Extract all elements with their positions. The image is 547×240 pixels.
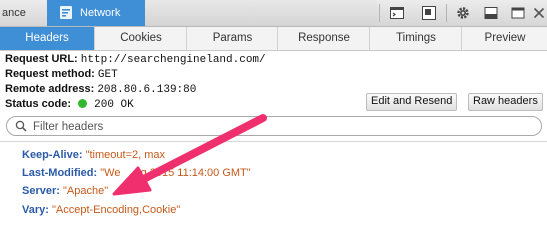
status-code-row: Status code: 200 OK [5, 98, 134, 111]
tool-tab-previous-label: ance [2, 7, 26, 19]
header-value: "Apache" [62, 185, 109, 197]
edit-and-resend-button[interactable]: Edit and Resend [366, 93, 458, 111]
tab-params[interactable]: Params [186, 27, 278, 50]
toolbar-separator [379, 4, 380, 22]
tool-tab-network-label: Network [80, 7, 121, 19]
header-key: Server: [22, 185, 60, 197]
responsive-design-icon[interactable] [421, 5, 437, 21]
request-method-row: Request method: GET [5, 68, 118, 81]
tab-cookies[interactable]: Cookies [94, 27, 187, 50]
toolbar-separator [446, 4, 447, 22]
status-indicator-icon [78, 99, 88, 108]
filter-headers-input[interactable] [31, 118, 535, 136]
tab-response[interactable]: Response [277, 27, 370, 50]
remote-address-value: 208.80.6.139:80 [97, 84, 197, 96]
status-code-label: Status code: [5, 98, 72, 110]
split-console-icon[interactable] [483, 5, 499, 21]
close-icon[interactable] [531, 5, 547, 21]
tab-headers[interactable]: Headers [0, 27, 94, 50]
header-key: Last-Modified: [22, 167, 98, 179]
panel-tabs: Headers Cookies Params Response Timings … [0, 27, 547, 51]
devtools-toolbar: ance Network [0, 0, 547, 27]
remote-address-label: Remote address: [5, 83, 95, 95]
remote-address-row: Remote address: 208.80.6.139:80 [5, 83, 196, 96]
search-icon [15, 120, 27, 132]
tool-tab-previous[interactable]: ance [0, 0, 48, 26]
raw-headers-button[interactable]: Raw headers [468, 93, 543, 111]
tool-tab-network[interactable]: Network [47, 0, 145, 26]
request-url-row: Request URL: http://searchengineland.com… [5, 53, 266, 66]
header-value: "We [100, 167, 121, 179]
header-row-server: Server: "Apache" [22, 185, 108, 197]
header-value: "Accept-Encoding,Cookie" [51, 204, 181, 216]
filter-headers-field[interactable] [6, 116, 542, 136]
request-method-label: Request method: [5, 68, 95, 80]
toolbar-empty-space [145, 0, 377, 26]
header-row-vary: Vary: "Accept-Encoding,Cookie" [22, 204, 180, 216]
dock-icon[interactable] [510, 5, 526, 21]
header-key: Keep-Alive: [22, 149, 83, 161]
request-method-value: GET [97, 69, 118, 81]
header-value: "timeout=2, max [85, 149, 166, 161]
header-key: Vary: [22, 204, 49, 216]
divider [0, 141, 547, 142]
console-icon[interactable] [389, 5, 405, 21]
tab-preview[interactable]: Preview [461, 27, 547, 50]
header-value-tail: ug 2015 11:14:00 GMT" [134, 167, 251, 179]
status-code-value: 200 OK [94, 99, 134, 111]
header-row-keep-alive: Keep-Alive: "timeout=2, max [22, 149, 165, 161]
gear-icon[interactable] [455, 5, 471, 21]
tab-timings[interactable]: Timings [369, 27, 462, 50]
request-url-value: http://searchengineland.com/ [80, 54, 266, 66]
header-row-last-modified: Last-Modified: "We ug 2015 11:14:00 GMT" [22, 167, 251, 179]
request-url-label: Request URL: [5, 53, 78, 65]
network-icon [60, 6, 72, 19]
